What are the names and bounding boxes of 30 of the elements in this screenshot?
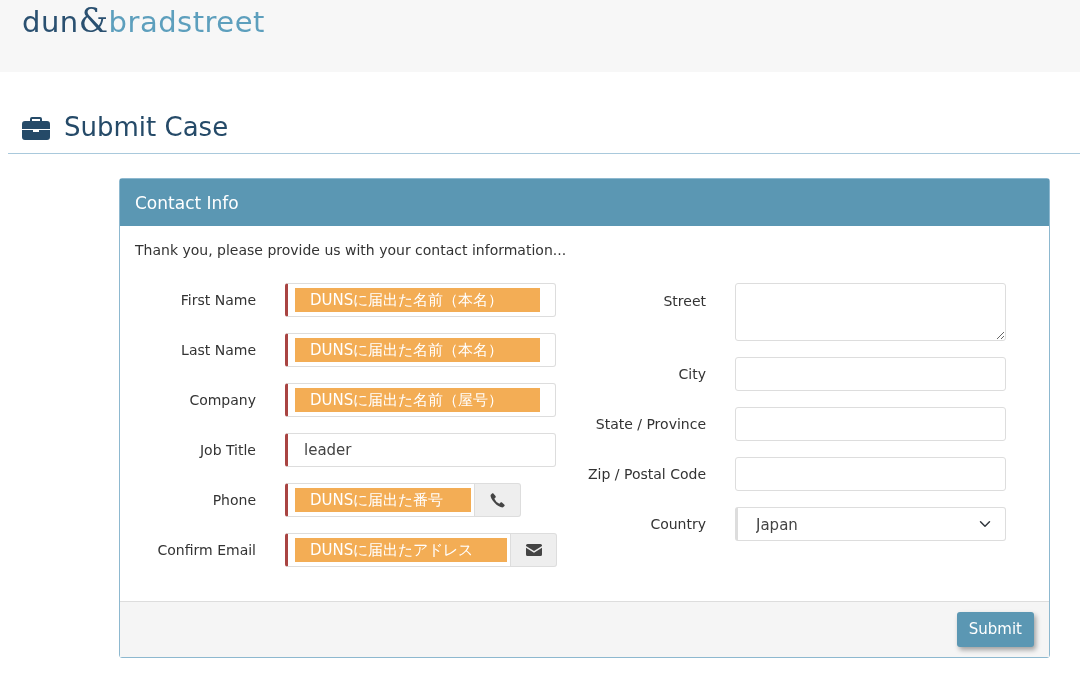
field-label: Company — [188, 390, 257, 410]
envelope-icon — [525, 544, 542, 557]
field-label: Country — [649, 514, 707, 534]
input-field[interactable]: DUNSに届出たアドレス — [285, 533, 511, 568]
field-label: Zip / Postal Code — [586, 464, 707, 484]
country-select[interactable]: Japan — [735, 507, 1006, 542]
field-label: Job Title — [198, 440, 257, 460]
field-label: State / Province — [594, 414, 707, 434]
intro-text: Thank you, please provide us with your contact information... — [135, 241, 568, 261]
panel-title: Contact Info — [120, 179, 1049, 227]
input-field[interactable]: DUNSに届出た名前（屋号） — [285, 383, 556, 418]
page-title: Submit Case — [64, 112, 229, 144]
input-field[interactable] — [735, 457, 1006, 492]
field-label: Confirm Email — [156, 540, 257, 560]
briefcase-icon — [22, 115, 50, 140]
field-label: City — [677, 364, 707, 384]
input-field[interactable]: DUNSに届出た名前（本名） — [285, 283, 556, 318]
logo: dun&bradstreet — [22, 4, 266, 37]
input-field[interactable]: DUNSに届出た名前（本名） — [285, 333, 556, 368]
field-label: Street — [662, 292, 707, 312]
input-field[interactable]: leader — [285, 433, 556, 468]
field-label: Phone — [211, 490, 257, 510]
input-field[interactable]: DUNSに届出た番号 — [285, 483, 475, 518]
field-label: Last Name — [180, 340, 257, 360]
input-field[interactable] — [735, 283, 1006, 342]
input-field[interactable] — [735, 357, 1006, 392]
field-label: First Name — [179, 290, 257, 310]
input-field[interactable] — [735, 407, 1006, 442]
submit-button[interactable]: Submit — [956, 612, 1034, 647]
phone-icon — [490, 492, 505, 508]
